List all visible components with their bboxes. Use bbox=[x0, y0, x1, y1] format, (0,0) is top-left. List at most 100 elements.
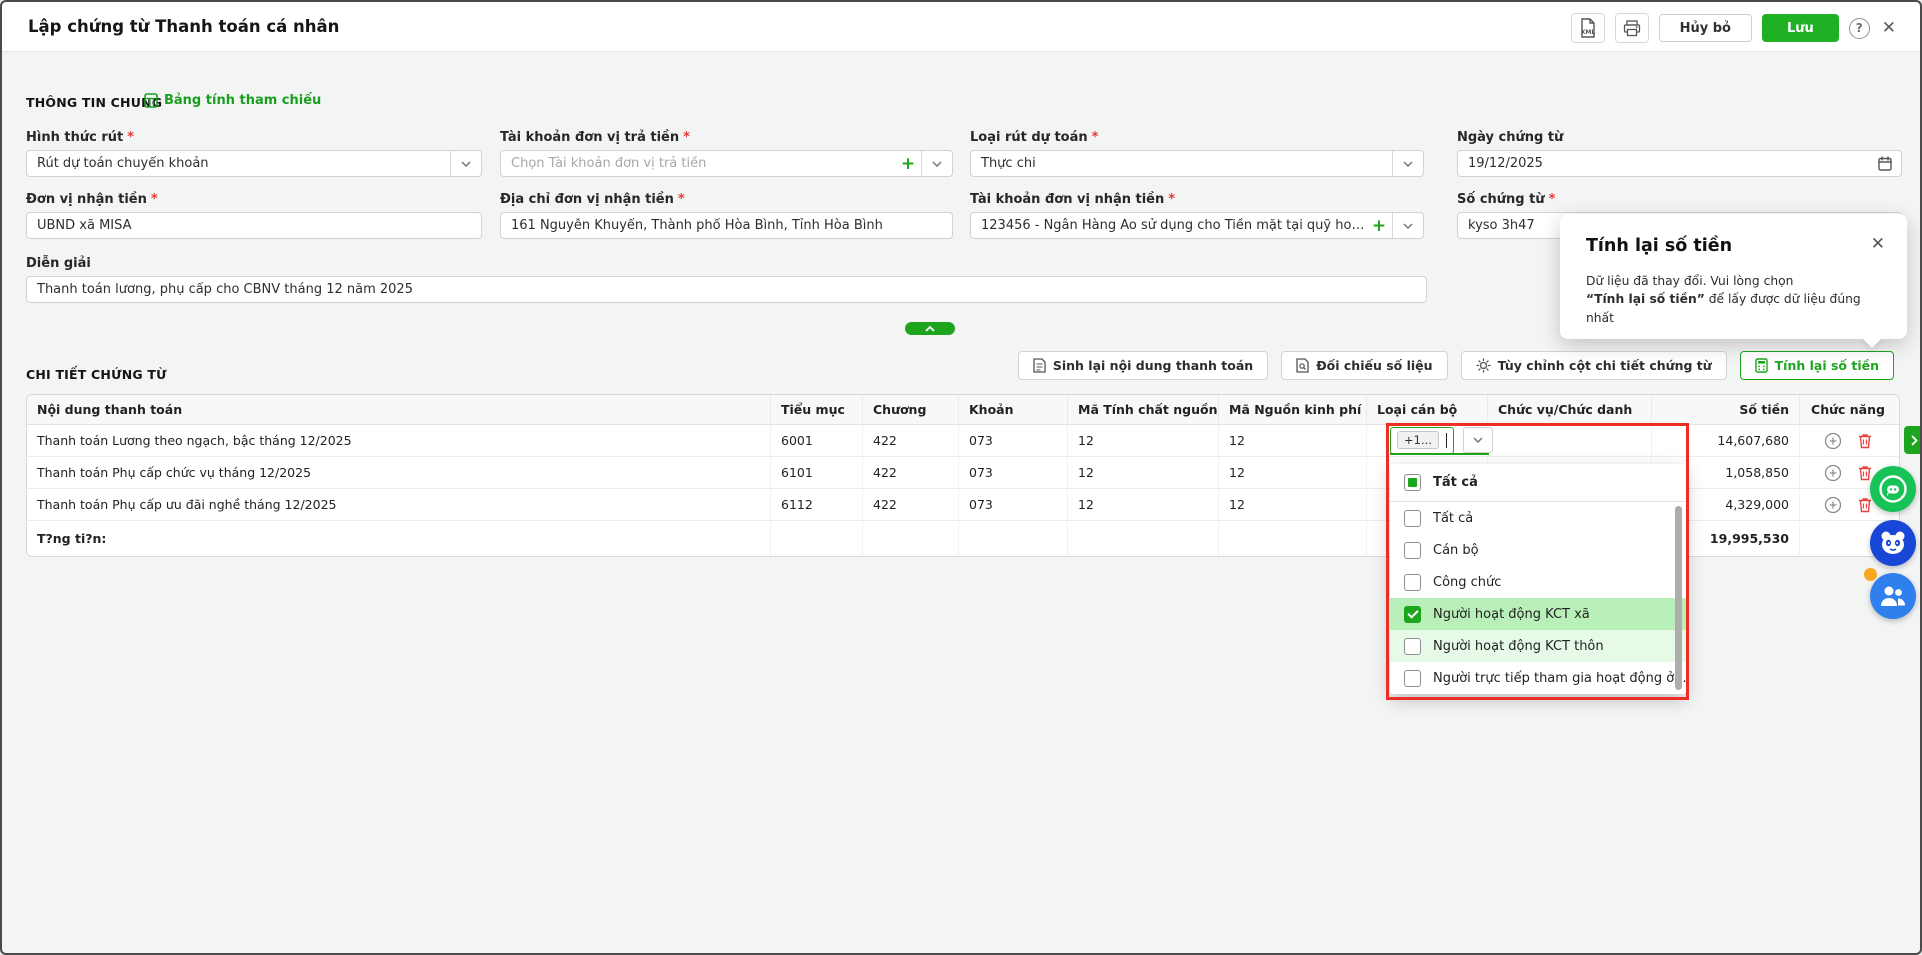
printer-icon bbox=[1623, 20, 1641, 37]
popup-title: Tính lại số tiền bbox=[1586, 236, 1732, 256]
recalc-popup: Tính lại số tiền ✕ Dữ liệu đã thay đổi. … bbox=[1560, 214, 1907, 339]
reference-sheet-link[interactable]: Bảng tính tham chiếu bbox=[144, 93, 321, 108]
field-receiver-unit: Đơn vị nhận tiền * UBND xã MISA bbox=[26, 192, 482, 239]
dropdown-item[interactable]: Tất cả bbox=[1390, 502, 1686, 534]
checkbox-icon bbox=[1404, 510, 1421, 527]
required-mark: * bbox=[1168, 192, 1175, 207]
general-section-title: THÔNG TIN CHUNG bbox=[26, 95, 162, 110]
add-row-icon[interactable] bbox=[1824, 496, 1842, 514]
required-mark: * bbox=[151, 192, 158, 207]
required-mark: * bbox=[683, 130, 690, 145]
add-row-icon[interactable] bbox=[1824, 432, 1842, 450]
chevron-down-icon[interactable] bbox=[1392, 213, 1423, 238]
dropdown-item-select-all[interactable]: Tất cả bbox=[1390, 464, 1686, 502]
checkbox-indeterminate-icon bbox=[1404, 474, 1421, 491]
chat-face-icon bbox=[1878, 474, 1908, 504]
chevron-down-icon[interactable] bbox=[450, 151, 481, 176]
checkbox-icon bbox=[1404, 574, 1421, 591]
col-header: Chương bbox=[863, 395, 959, 424]
add-icon[interactable]: + bbox=[1366, 216, 1392, 236]
chevron-down-icon bbox=[1473, 437, 1483, 443]
total-label: T?ng ti?n: bbox=[27, 521, 771, 556]
document-icon bbox=[1033, 358, 1046, 373]
expand-panel-tab[interactable] bbox=[1904, 426, 1922, 454]
field-label: Số chứng từ bbox=[1457, 192, 1545, 207]
calendar-icon[interactable] bbox=[1869, 156, 1901, 171]
checkbox-checked-icon bbox=[1404, 606, 1421, 623]
detail-actions: Sinh lại nội dung thanh toán Đối chiếu s… bbox=[1018, 351, 1894, 380]
receiver-address-input[interactable]: 161 Nguyễn Khuyến, Thành phố Hòa Bình, T… bbox=[500, 212, 953, 239]
community-button[interactable] bbox=[1870, 573, 1916, 619]
field-label: Địa chỉ đơn vị nhận tiền bbox=[500, 192, 674, 207]
customize-columns-button[interactable]: Tùy chỉnh cột chi tiết chứng từ bbox=[1461, 351, 1727, 380]
col-header: Số tiền bbox=[1652, 395, 1800, 424]
payer-account-select[interactable]: Chọn Tài khoản đơn vị trả tiền + bbox=[500, 150, 953, 177]
help-icon[interactable]: ? bbox=[1849, 18, 1870, 39]
window-header: Lập chứng từ Thanh toán cá nhân XML Hủy … bbox=[2, 2, 1920, 52]
delete-row-icon[interactable] bbox=[1858, 433, 1872, 449]
add-row-icon[interactable] bbox=[1824, 464, 1842, 482]
doc-date-input[interactable]: 19/12/2025 bbox=[1457, 150, 1902, 177]
print-button[interactable] bbox=[1615, 13, 1649, 43]
col-header: Mã Tính chất nguồn bbox=[1068, 395, 1219, 424]
table-row[interactable]: Thanh toán Lương theo ngạch, bậc tháng 1… bbox=[27, 425, 1899, 457]
reference-sheet-label: Bảng tính tham chiếu bbox=[164, 93, 321, 108]
staff-type-dropdown: Tất cả Tất cả Cán bộ Công chức Người hoạ… bbox=[1390, 464, 1686, 694]
required-mark: * bbox=[1092, 130, 1099, 145]
panda-icon bbox=[1877, 528, 1909, 558]
assistant-bot-button[interactable] bbox=[1870, 520, 1916, 566]
dropdown-item[interactable]: Người trực tiếp tham gia hoạt động ở ... bbox=[1390, 662, 1686, 694]
compare-data-button[interactable]: Đối chiếu số liệu bbox=[1281, 351, 1447, 380]
payer-account-placeholder: Chọn Tài khoản đơn vị trả tiền bbox=[501, 156, 895, 171]
popup-message: Dữ liệu đã thay đổi. Vui lòng chọn “Tính… bbox=[1586, 272, 1887, 327]
field-label: Đơn vị nhận tiền bbox=[26, 192, 147, 207]
dropdown-item[interactable]: Công chức bbox=[1390, 566, 1686, 598]
regenerate-content-button[interactable]: Sinh lại nội dung thanh toán bbox=[1018, 351, 1268, 380]
receiver-unit-input[interactable]: UBND xã MISA bbox=[26, 212, 482, 239]
receiver-account-select[interactable]: 123456 - Ngân Hàng Áo sử dụng cho Tiền m… bbox=[970, 212, 1424, 239]
popup-close-icon[interactable]: ✕ bbox=[1871, 234, 1885, 254]
edit-cell-underline bbox=[1390, 453, 1489, 455]
add-icon[interactable]: + bbox=[895, 154, 921, 174]
chevron-down-icon[interactable] bbox=[921, 151, 952, 176]
delete-row-icon[interactable] bbox=[1858, 497, 1872, 513]
field-withdraw-type: Loại rút dự toán* Thực chi bbox=[970, 130, 1424, 177]
collapse-section-button[interactable] bbox=[905, 322, 955, 335]
col-header: Loại cán bộ bbox=[1367, 395, 1488, 424]
save-button[interactable]: Lưu bbox=[1762, 14, 1839, 42]
dropdown-item-selected[interactable]: Người hoạt động KCT xã bbox=[1390, 598, 1686, 630]
chat-support-button[interactable] bbox=[1870, 466, 1916, 512]
cancel-button[interactable]: Hủy bỏ bbox=[1659, 14, 1752, 42]
col-header: Khoản bbox=[959, 395, 1068, 424]
dropdown-scrollbar[interactable] bbox=[1675, 506, 1682, 690]
description-input[interactable]: Thanh toán lương, phụ cấp cho CBNV tháng… bbox=[26, 276, 1427, 303]
field-label: Hình thức rút bbox=[26, 130, 123, 145]
staff-type-dropdown-button[interactable] bbox=[1463, 427, 1493, 453]
field-doc-date: Ngày chứng từ 19/12/2025 bbox=[1457, 130, 1902, 177]
staff-type-chip[interactable]: +1... bbox=[1397, 431, 1439, 449]
field-description: Diễn giải Thanh toán lương, phụ cấp cho … bbox=[26, 256, 1427, 303]
export-xml-button[interactable]: XML bbox=[1571, 13, 1605, 43]
checkbox-icon bbox=[1404, 542, 1421, 559]
app-window: Lập chứng từ Thanh toán cá nhân XML Hủy … bbox=[0, 0, 1922, 955]
withdraw-form-select[interactable]: Rút dự toán chuyển khoản bbox=[26, 150, 482, 177]
field-withdraw-form: Hình thức rút* Rút dự toán chuyển khoản bbox=[26, 130, 482, 177]
popup-pointer bbox=[1862, 328, 1882, 348]
staff-type-edit-cell[interactable]: +1... bbox=[1390, 426, 1493, 454]
page-title: Lập chứng từ Thanh toán cá nhân bbox=[28, 2, 339, 52]
chevron-down-icon[interactable] bbox=[1392, 151, 1423, 176]
dropdown-item[interactable]: Người hoạt động KCT thôn bbox=[1390, 630, 1686, 662]
gear-icon bbox=[1476, 358, 1491, 373]
col-header: Chức vụ/Chức danh bbox=[1488, 395, 1652, 424]
close-icon[interactable]: ✕ bbox=[1882, 18, 1896, 38]
chevron-right-icon bbox=[1911, 435, 1918, 446]
col-header: Mã Nguồn kinh phí bbox=[1219, 395, 1367, 424]
delete-row-icon[interactable] bbox=[1858, 465, 1872, 481]
field-receiver-address: Địa chỉ đơn vị nhận tiền * 161 Nguyễn Khu… bbox=[500, 192, 953, 239]
dropdown-item[interactable]: Cán bộ bbox=[1390, 534, 1686, 566]
withdraw-type-select[interactable]: Thực chi bbox=[970, 150, 1424, 177]
header-actions: XML Hủy bỏ Lưu ? ✕ bbox=[1571, 13, 1896, 43]
required-mark: * bbox=[678, 192, 685, 207]
recalculate-amount-button[interactable]: Tính lại số tiền bbox=[1740, 351, 1894, 380]
field-label: Diễn giải bbox=[26, 256, 91, 271]
